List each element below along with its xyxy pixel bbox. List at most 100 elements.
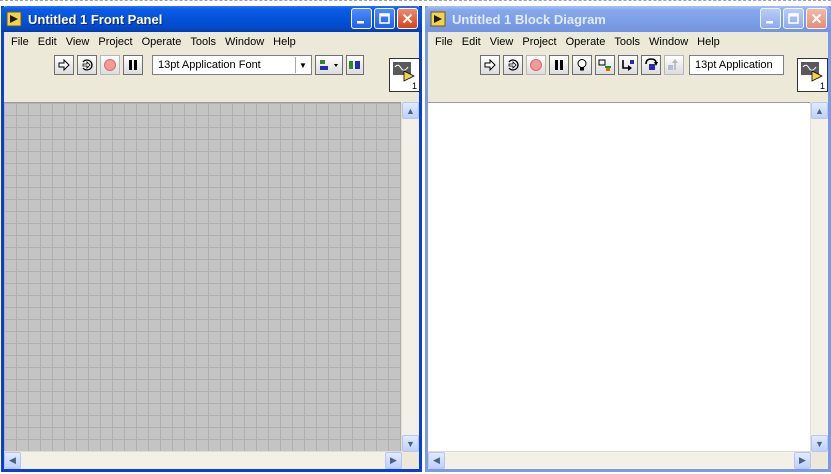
scroll-down-button[interactable]: ▼ (811, 435, 828, 452)
run-continuous-icon (508, 59, 519, 71)
menu-help[interactable]: Help (273, 36, 296, 48)
run-button[interactable] (54, 55, 74, 75)
step-out-button[interactable] (664, 55, 684, 75)
front-panel-titlebar[interactable]: Untitled 1 Front Panel (1, 6, 422, 32)
front-panel-canvas[interactable] (4, 102, 402, 452)
align-objects-icon (320, 60, 338, 70)
run-continuously-button[interactable] (77, 55, 97, 75)
scroll-right-button[interactable]: ▶ (794, 452, 811, 469)
labview-app-icon (6, 11, 22, 27)
run-continuously-button[interactable] (503, 55, 523, 75)
menu-operate[interactable]: Operate (142, 36, 182, 48)
run-arrow-icon (58, 58, 70, 72)
screen-top-border (0, 0, 831, 1)
distribute-objects-button[interactable] (346, 55, 364, 75)
scroll-left-button[interactable]: ◀ (4, 452, 21, 469)
highlight-execution-button[interactable] (572, 55, 592, 75)
front-panel-menubar: File Edit View Project Operate Tools Win… (4, 32, 419, 52)
font-select-value: 13pt Application (695, 59, 773, 71)
menu-project[interactable]: Project (98, 36, 132, 48)
menu-window[interactable]: Window (649, 36, 688, 48)
menu-edit[interactable]: Edit (462, 36, 481, 48)
menu-view[interactable]: View (66, 36, 90, 48)
chevron-down-icon: ▼ (295, 57, 310, 73)
scroll-down-button[interactable]: ▼ (402, 435, 419, 452)
menu-tools[interactable]: Tools (190, 36, 216, 48)
font-select-value: 13pt Application Font (158, 59, 261, 71)
close-icon (811, 13, 822, 24)
chevron-up-icon: ▲ (815, 105, 824, 116)
pause-button[interactable] (123, 55, 143, 75)
pause-button[interactable] (549, 55, 569, 75)
pause-icon (555, 60, 563, 70)
maximize-button[interactable] (374, 8, 395, 29)
highlight-execution-icon (577, 59, 587, 71)
block-diagram-canvas[interactable] (428, 102, 811, 452)
horizontal-scrollbar[interactable]: ◀ ▶ (428, 451, 811, 469)
align-objects-button[interactable] (315, 55, 343, 75)
vi-connector-icon: 1 (801, 62, 825, 91)
minimize-button[interactable] (351, 8, 372, 29)
chevron-down-icon: ▼ (406, 438, 415, 449)
text-settings-dropdown[interactable]: 13pt Application Font ▼ (152, 55, 312, 75)
menu-file[interactable]: File (11, 36, 29, 48)
vi-connector-icon: 1 (393, 62, 417, 91)
run-button[interactable] (480, 55, 500, 75)
chevron-right-icon: ▶ (390, 455, 397, 465)
minimize-icon (357, 21, 364, 24)
step-into-button[interactable] (618, 55, 638, 75)
menu-operate[interactable]: Operate (566, 36, 606, 48)
text-settings-dropdown[interactable]: 13pt Application (689, 55, 784, 75)
menu-view[interactable]: View (490, 36, 514, 48)
maximize-icon (379, 13, 390, 24)
scroll-up-button[interactable]: ▲ (811, 102, 828, 119)
pause-icon (129, 60, 137, 70)
vi-icon-number: 1 (820, 81, 825, 91)
menu-tools[interactable]: Tools (614, 36, 640, 48)
menu-help[interactable]: Help (697, 36, 720, 48)
chevron-down-icon: ▼ (815, 438, 824, 449)
maximize-icon (788, 13, 799, 24)
vertical-scrollbar[interactable]: ▲ ▼ (401, 102, 419, 452)
run-continuous-icon (82, 59, 93, 71)
step-over-button[interactable] (641, 55, 661, 75)
horizontal-scrollbar[interactable]: ◀ ▶ (4, 451, 402, 469)
close-icon (402, 13, 413, 24)
vertical-scrollbar[interactable]: ▲ ▼ (810, 102, 828, 452)
scroll-up-button[interactable]: ▲ (402, 102, 419, 119)
minimize-icon (766, 21, 773, 24)
close-button[interactable] (397, 8, 418, 29)
maximize-button[interactable] (783, 8, 804, 29)
run-arrow-icon (484, 58, 496, 72)
abort-button[interactable] (526, 55, 546, 75)
window-title: Untitled 1 Block Diagram (452, 11, 606, 27)
abort-icon (104, 59, 116, 71)
step-out-icon (668, 59, 678, 70)
vi-icon[interactable]: 1 (797, 58, 828, 92)
chevron-right-icon: ▶ (799, 455, 806, 465)
step-into-icon (622, 60, 634, 71)
block-diagram-titlebar[interactable]: Untitled 1 Block Diagram (425, 6, 831, 32)
resize-grip[interactable] (811, 452, 828, 469)
labview-app-icon (430, 11, 446, 27)
chevron-left-icon: ◀ (9, 455, 16, 465)
menu-file[interactable]: File (435, 36, 453, 48)
close-button[interactable] (806, 8, 827, 29)
distribute-objects-icon (349, 61, 360, 69)
scroll-right-button[interactable]: ▶ (385, 452, 402, 469)
menu-window[interactable]: Window (225, 36, 264, 48)
retain-wire-values-button[interactable] (595, 55, 615, 75)
vi-icon[interactable]: 1 (389, 58, 420, 92)
minimize-button[interactable] (760, 8, 781, 29)
resize-grip[interactable] (402, 452, 419, 469)
menu-project[interactable]: Project (522, 36, 556, 48)
chevron-up-icon: ▲ (406, 105, 415, 116)
scroll-left-button[interactable]: ◀ (428, 452, 445, 469)
abort-button[interactable] (100, 55, 120, 75)
front-panel-toolbar: 13pt Application Font ▼ 1 (4, 52, 420, 102)
vi-icon-number: 1 (412, 81, 417, 91)
abort-icon (530, 59, 542, 71)
menu-edit[interactable]: Edit (38, 36, 57, 48)
chevron-left-icon: ◀ (433, 455, 440, 465)
window-title: Untitled 1 Front Panel (28, 11, 163, 27)
